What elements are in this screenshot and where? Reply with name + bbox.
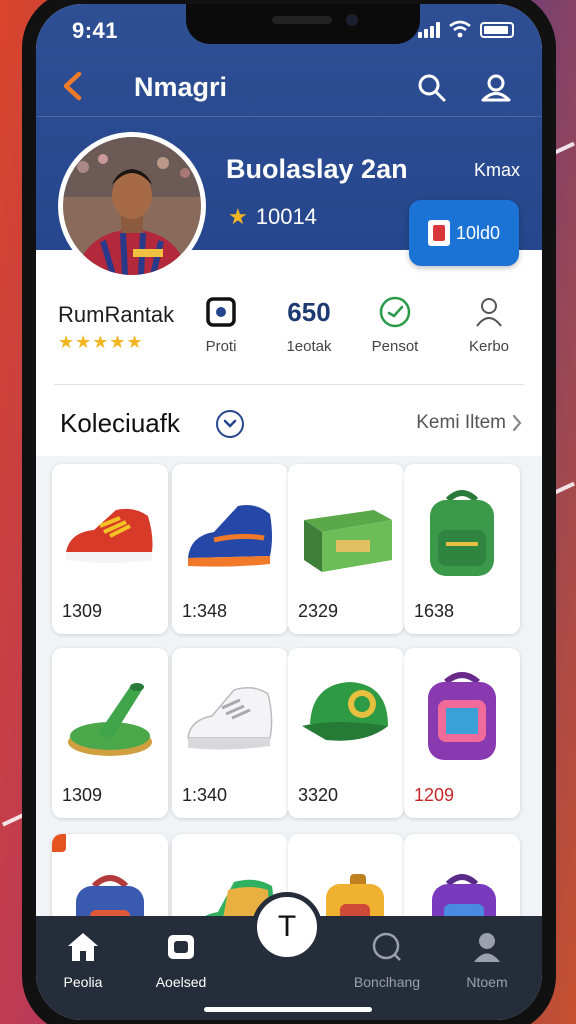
nav-label: Ntoem [466, 974, 508, 990]
nav-label: Bonclhang [353, 974, 421, 990]
back-button[interactable] [54, 68, 90, 104]
rank-name: RumRantak [58, 302, 175, 327]
item-card[interactable]: 3320 [288, 648, 404, 818]
item-card[interactable]: 1:340 [172, 648, 288, 818]
view-all-label: Kemi Iltem [416, 412, 506, 433]
check-circle-icon [379, 296, 411, 328]
profile-button[interactable] [476, 68, 516, 108]
bottom-nav: Peolia Aoelsed T Bonclhang Ntoem [36, 892, 542, 1020]
stat-label: Kerbo [468, 338, 510, 355]
item-card[interactable]: 2329 [288, 464, 404, 634]
item-card[interactable]: 1638 [404, 464, 520, 634]
wifi-icon [449, 20, 471, 38]
stat-pensot[interactable]: Pensot [350, 294, 440, 355]
stat-label: Pensot [371, 338, 419, 355]
player-score-value: 10014 [255, 204, 317, 229]
phone-frame: 9:41 Nmagri Buolaslay 2an ★ 10014 Kmax 1… [22, 0, 556, 1024]
item-value: 1309 [62, 601, 103, 621]
stat-label: Proti [205, 338, 237, 355]
battery-icon [480, 22, 514, 38]
player-score: ★ 10014 [228, 204, 317, 230]
collect-button-label: 10ld0 [455, 222, 501, 243]
collection-title: Koleciuafk [60, 408, 180, 438]
home-icon [68, 933, 98, 961]
nav-home[interactable]: Peolia [38, 930, 128, 990]
stat-count[interactable]: 650 1eotak [264, 294, 354, 355]
collect-button[interactable]: 10ld0 [409, 200, 519, 266]
search-icon [418, 74, 446, 102]
square-dot-icon [206, 297, 236, 327]
user-icon [481, 74, 511, 102]
green-cap-icon [302, 682, 388, 741]
center-action-label: T [277, 910, 297, 943]
status-time: 9:41 [72, 18, 119, 43]
blue-cleat-icon [188, 505, 272, 567]
camera-icon [168, 935, 194, 959]
green-backpack-icon [430, 490, 494, 576]
search-button[interactable] [412, 68, 452, 108]
chevron-down-icon [223, 419, 237, 428]
app-screen: 9:41 Nmagri Buolaslay 2an ★ 10014 Kmax 1… [36, 4, 542, 1020]
player-photo-icon [63, 137, 201, 275]
item-value: 1309 [62, 785, 103, 805]
star-icon: ★ [228, 204, 248, 229]
stat-proti[interactable]: Proti [176, 294, 266, 355]
search-circle-icon [372, 932, 401, 961]
header-divider [36, 116, 542, 117]
item-value: 1:340 [182, 785, 228, 805]
profile-info: RumRantak ★★★★★ Proti 650 1eotak Pensot … [36, 250, 542, 456]
chevron-right-icon [512, 414, 522, 432]
top-bar: Nmagri [36, 62, 542, 112]
item-value: 1638 [414, 601, 455, 621]
stat-label: 1eotak [286, 338, 332, 355]
rank-stars: ★★★★★ [58, 332, 144, 352]
item-card[interactable]: 1309 [52, 648, 168, 818]
home-indicator [204, 1007, 372, 1012]
red-sneaker-icon [66, 508, 153, 563]
person-icon [476, 298, 502, 327]
speaker [272, 16, 332, 24]
avatar-photo [63, 137, 201, 275]
stat-kerbo[interactable]: Kerbo [444, 294, 534, 355]
item-value: 1:348 [182, 601, 228, 621]
nav-label: Aoelsed [155, 974, 207, 990]
nav-second[interactable]: Aoelsed [136, 930, 226, 990]
player-name: Buolaslay 2an [226, 154, 408, 184]
item-card[interactable]: 1309 [52, 464, 168, 634]
back-arrow-icon [63, 71, 82, 101]
page-title: Nmagri [134, 72, 228, 102]
item-value: 2329 [298, 601, 339, 621]
green-crate-icon [304, 510, 392, 572]
nav-label: Peolia [63, 974, 103, 990]
center-action-button[interactable]: T [252, 892, 322, 962]
item-card[interactable]: 1209 [404, 648, 520, 818]
green-trophy-icon [68, 683, 152, 756]
purple-backpack-icon [428, 672, 496, 760]
collection-toggle[interactable] [216, 410, 244, 438]
status-icons [418, 20, 514, 38]
card-icon [427, 220, 450, 246]
nav-fifth[interactable]: Ntoem [442, 930, 532, 990]
signal-icon [418, 20, 440, 38]
max-label: Kmax [473, 160, 520, 180]
item-value: 3320 [298, 785, 339, 805]
item-card[interactable]: 1:348 [172, 464, 288, 634]
item-value: 1209 [414, 785, 455, 805]
white-sneaker-icon [187, 687, 273, 750]
view-all-link[interactable]: Kemi Iltem [416, 412, 522, 434]
person-icon [474, 933, 500, 962]
avatar[interactable] [58, 132, 206, 280]
divider [54, 384, 524, 385]
front-camera [346, 14, 358, 26]
nav-fourth[interactable]: Bonclhang [342, 930, 432, 990]
notch [186, 4, 420, 44]
stat-value: 650 [287, 297, 331, 327]
